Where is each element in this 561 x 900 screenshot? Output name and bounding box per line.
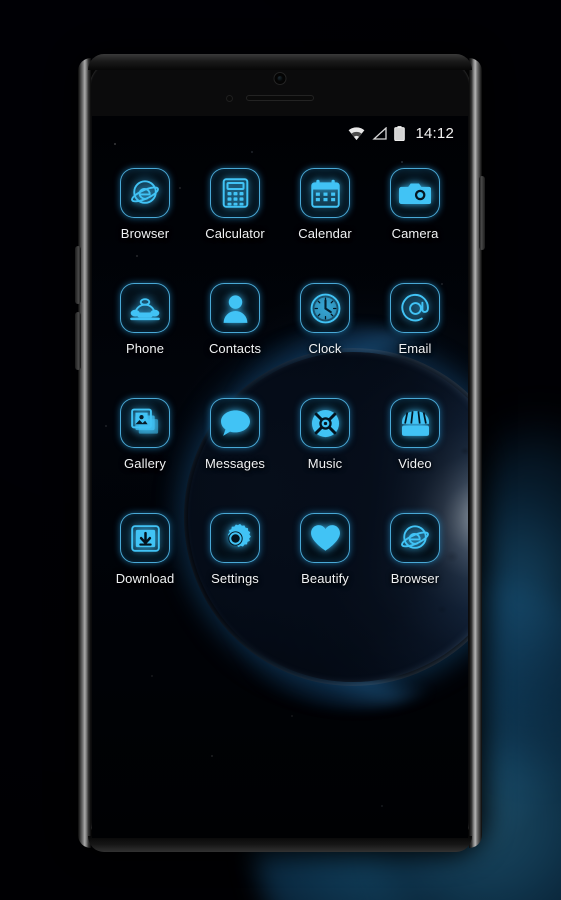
app-label: Calendar (298, 226, 352, 241)
app-label: Contacts (208, 341, 262, 356)
status-bar-clock: 14:12 (415, 124, 454, 142)
app-label: Gallery (124, 456, 166, 471)
app-icon-browser[interactable]: Browser (100, 168, 190, 241)
app-icon-camera[interactable]: Camera (370, 168, 460, 241)
proximity-sensor-icon (226, 95, 233, 102)
app-icon-browser-2[interactable]: Browser (370, 513, 460, 586)
app-icon-video[interactable]: Video (370, 398, 460, 471)
app-icon-phone[interactable]: Phone (100, 283, 190, 356)
phone-icon[interactable] (120, 283, 170, 333)
app-icon-contacts[interactable]: Contacts (190, 283, 280, 356)
download-box-icon[interactable] (120, 513, 170, 563)
front-camera-icon (273, 72, 287, 85)
app-label: Music (307, 456, 343, 471)
messages-bubble-icon[interactable] (210, 398, 260, 448)
volume-down-button[interactable] (75, 312, 81, 370)
camera-icon[interactable] (390, 168, 440, 218)
beautify-heart-icon[interactable] (300, 513, 350, 563)
app-icon-messages[interactable]: Messages (190, 398, 280, 471)
app-label: Settings (211, 571, 259, 586)
cellular-signal-icon (372, 126, 388, 140)
video-clapperboard-icon[interactable] (390, 398, 440, 448)
app-label: Clock (308, 341, 342, 356)
app-label: Download (115, 571, 175, 586)
volume-up-button[interactable] (75, 246, 81, 304)
app-icon-gallery[interactable]: Gallery (100, 398, 190, 471)
app-icon-music[interactable]: Music (280, 398, 370, 471)
app-label: Camera (391, 226, 439, 241)
status-bar: 14:12 (92, 116, 468, 150)
app-icon-settings[interactable]: Settings (190, 513, 280, 586)
battery-icon (394, 125, 406, 141)
app-label: Phone (125, 341, 165, 356)
phone-screen: 14:12 Browser Calculator Calendar Camera… (92, 116, 468, 838)
calculator-icon[interactable] (210, 168, 260, 218)
app-label: Browser (390, 571, 440, 586)
browser-e-icon[interactable] (390, 513, 440, 563)
settings-gear-icon[interactable] (210, 513, 260, 563)
app-icon-calculator[interactable]: Calculator (190, 168, 280, 241)
browser-e-icon[interactable] (120, 168, 170, 218)
app-label: Messages (204, 456, 266, 471)
wallpaper-scene: 14:12 Browser Calculator Calendar Camera… (0, 0, 561, 900)
app-label: Email (398, 341, 432, 356)
app-icon-calendar[interactable]: Calendar (280, 168, 370, 241)
earpiece-speaker-icon (246, 95, 314, 101)
app-label: Browser (120, 226, 170, 241)
gallery-photos-icon[interactable] (120, 398, 170, 448)
email-at-icon[interactable] (390, 283, 440, 333)
app-label: Calculator (205, 226, 265, 241)
phone-device: 14:12 Browser Calculator Calendar Camera… (75, 54, 485, 852)
app-label: Beautify (301, 571, 349, 586)
calendar-icon[interactable] (300, 168, 350, 218)
app-label: Video (398, 456, 432, 471)
clock-icon[interactable] (300, 283, 350, 333)
app-icon-beautify[interactable]: Beautify (280, 513, 370, 586)
app-icon-download[interactable]: Download (100, 513, 190, 586)
wifi-icon (349, 126, 365, 140)
phone-top-bezel (78, 62, 482, 114)
app-icon-email[interactable]: Email (370, 283, 460, 356)
contacts-person-icon[interactable] (210, 283, 260, 333)
app-icon-clock[interactable]: Clock (280, 283, 370, 356)
power-button[interactable] (479, 176, 485, 250)
app-grid: Browser Calculator Calendar Camera Phone… (92, 168, 468, 586)
music-disc-icon[interactable] (300, 398, 350, 448)
